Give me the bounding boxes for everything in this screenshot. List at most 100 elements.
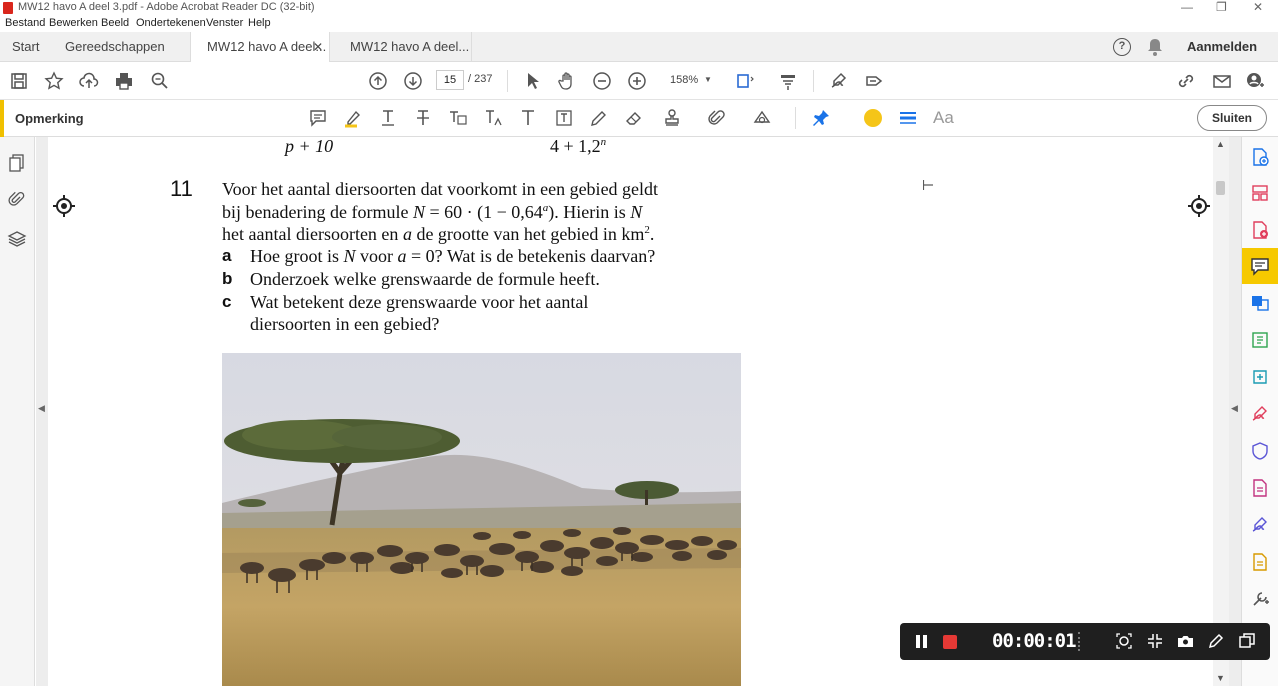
maximize-icon[interactable]: ❐ [1216,0,1227,14]
strikethrough-text-icon[interactable] [411,106,435,130]
question-a-text: Hoe groot is N voor a = 0? Wat is de bet… [250,246,655,267]
color-picker-swatch[interactable] [864,109,882,127]
text-box-icon[interactable] [552,106,576,130]
more-tools-icon[interactable] [1248,587,1272,611]
fit-page-icon[interactable] [733,69,757,93]
page-number-input[interactable]: 15 [436,70,464,90]
camera-icon[interactable] [1177,633,1194,649]
focus-target-icon[interactable] [1116,633,1132,649]
question-b-text: Onderzoek welke grenswaarde de formule h… [250,269,600,289]
send-sign-icon[interactable] [862,69,886,93]
zoom-out-icon[interactable] [590,69,614,93]
question-a-letter: a [222,246,232,265]
close-comment-button[interactable]: Sluiten [1197,105,1267,131]
protect-shield-icon[interactable] [1248,439,1272,463]
scroll-up-icon[interactable]: ▲ [1216,139,1225,149]
comment-tool-active[interactable] [1242,248,1278,284]
question-c-letter: c [222,292,232,311]
replace-text-icon[interactable] [446,106,470,130]
sign-in-link[interactable]: Aanmelden [1187,32,1257,62]
search-zoom-icon[interactable] [148,69,172,93]
hand-tool-icon[interactable] [555,69,579,93]
notification-bell-icon[interactable] [1147,38,1163,56]
stop-record-icon[interactable] [943,635,957,649]
tab-tools[interactable]: Gereedschappen [65,32,165,62]
send-for-review-icon[interactable] [1248,550,1272,574]
highlight-icon[interactable] [341,106,365,130]
previous-page-icon[interactable] [366,69,390,93]
share-link-icon[interactable] [1174,69,1198,93]
edit-pdf-icon[interactable] [1248,328,1272,352]
underline-text-icon[interactable] [376,106,400,130]
select-cursor-icon[interactable] [520,69,544,93]
upload-cloud-icon[interactable] [77,69,101,93]
document-scrollbar[interactable]: ▲ ▼ [1213,137,1229,686]
partial-formula-right: 4 + 1,2n [550,136,606,157]
minimize-recorder-icon[interactable] [1147,633,1163,649]
sticky-note-icon[interactable] [306,106,330,130]
page-thumbnails-icon[interactable] [5,151,29,175]
pause-icon[interactable] [923,635,927,648]
close-tab-icon[interactable]: ✕ [313,32,323,62]
toolbar-divider [795,107,796,129]
export-pdf-icon[interactable] [1248,218,1272,242]
collapse-right-icon: ◀ [1231,403,1238,413]
question-b-letter: b [222,269,233,288]
bookmark-star-icon[interactable] [42,69,66,93]
menu-bewerken[interactable]: Bewerken [49,17,98,29]
scan-ocr-icon[interactable] [1248,365,1272,389]
menu-help[interactable]: Help [248,17,271,29]
zoom-in-icon[interactable] [625,69,649,93]
next-page-icon[interactable] [401,69,425,93]
text-cursor-icon: ⊢ [922,177,935,193]
minimize-icon[interactable]: — [1181,0,1193,14]
combine-files-icon[interactable] [1248,291,1272,315]
zoom-level-dropdown[interactable]: 158% ▼ [662,70,714,90]
menu-venster[interactable]: Venster [206,17,243,29]
add-text-icon[interactable] [516,106,540,130]
line-thickness-icon[interactable] [896,106,920,130]
send-for-signature-icon[interactable] [1248,513,1272,537]
attachments-icon[interactable] [5,188,29,212]
exercise-number: 11 [170,176,193,201]
save-icon[interactable] [7,69,31,93]
create-pdf-icon[interactable] [1248,145,1272,169]
shapes-icon[interactable] [750,106,774,130]
font-size-icon[interactable]: Aa [933,108,954,128]
scroll-mode-icon[interactable] [776,69,800,93]
comment-toolbar-accent [0,100,4,137]
drag-handle[interactable] [1078,632,1083,651]
print-icon[interactable] [112,69,136,93]
right-panel-toggle[interactable]: ◀ [1229,137,1241,686]
insert-text-icon[interactable] [481,106,505,130]
savanna-wildebeest-photo [222,353,741,686]
organize-pages-icon[interactable] [1248,181,1272,205]
scrollbar-thumb[interactable] [1216,181,1225,195]
fill-and-sign-icon[interactable] [1248,402,1272,426]
tab-start[interactable]: Start [12,32,39,62]
fill-sign-icon[interactable] [827,69,851,93]
text-span: voor [355,246,398,266]
scroll-down-icon[interactable]: ▼ [1216,673,1225,683]
pin-icon[interactable] [809,106,833,130]
help-icon[interactable]: ? [1113,38,1131,56]
window-mode-icon[interactable] [1239,633,1255,649]
attach-file-icon[interactable] [704,106,728,130]
close-window-icon[interactable]: ✕ [1253,0,1263,14]
add-user-icon[interactable] [1243,69,1267,93]
stamp-icon[interactable] [660,106,684,130]
tab-document-active[interactable]: MW12 havo A deel... ✕ [190,32,330,63]
menu-ondertekenen[interactable]: Ondertekenen [136,17,206,29]
draw-pen-icon[interactable] [1208,633,1224,649]
left-panel-toggle[interactable]: ◀ [36,137,48,686]
layers-icon[interactable] [5,227,29,251]
eraser-icon[interactable] [622,106,646,130]
menu-beeld[interactable]: Beeld [101,17,129,29]
prepare-form-icon[interactable] [1248,476,1272,500]
chevron-down-icon: ▼ [704,75,712,84]
email-icon[interactable] [1210,69,1234,93]
menu-bestand[interactable]: Bestand [5,17,45,29]
question-c-text-line2: diersoorten in een gebied? [250,314,440,334]
tab-document-2[interactable]: MW12 havo A deel... [332,32,472,62]
pencil-icon[interactable] [587,106,611,130]
